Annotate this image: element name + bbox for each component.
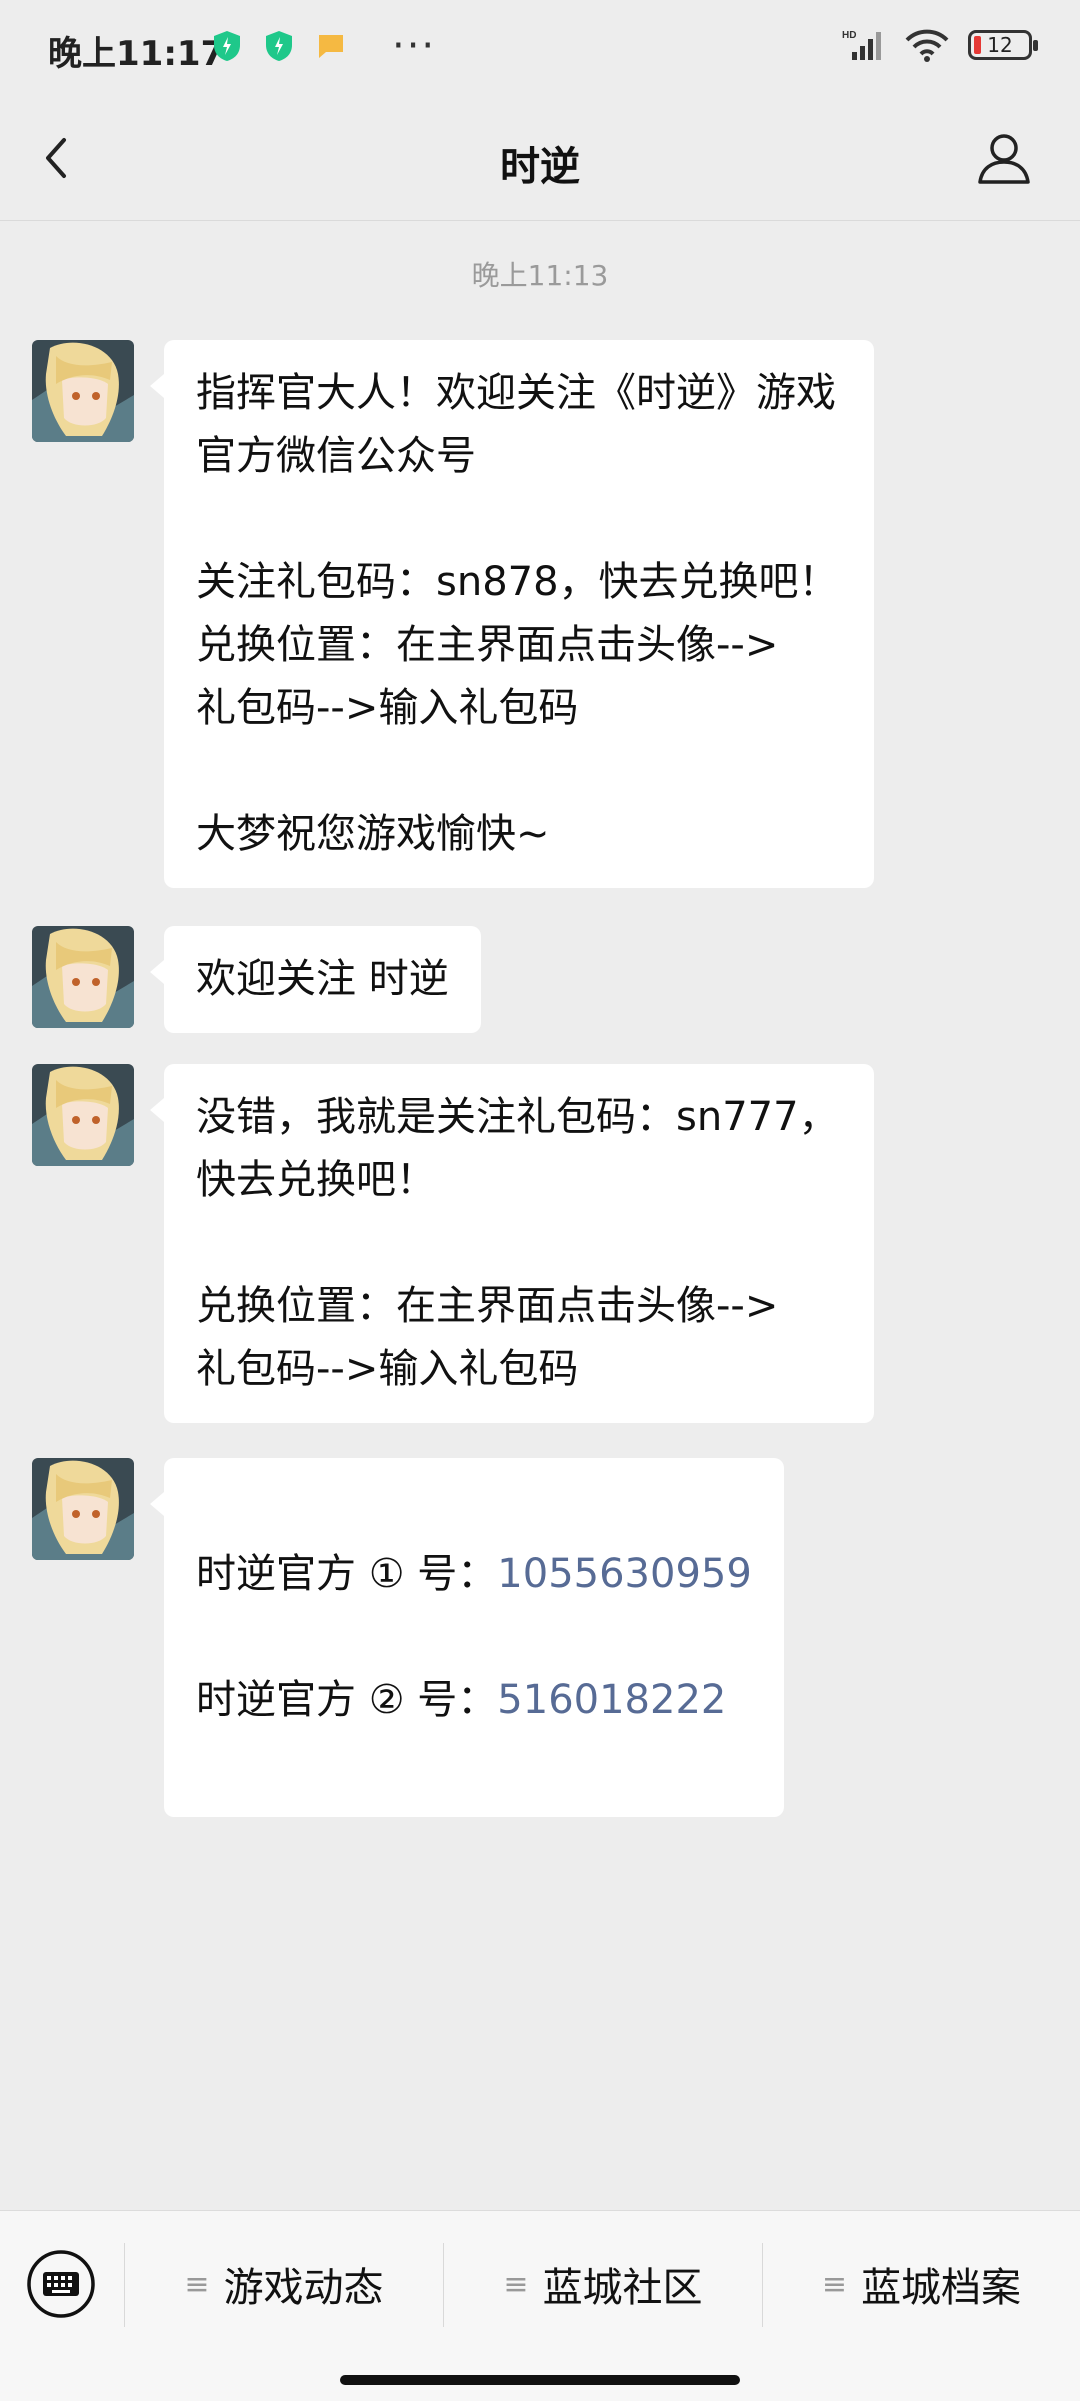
system-icons: HD 12: [842, 28, 1038, 62]
message-row: 指挥官大人！欢迎关注《时逆》游戏 官方微信公众号 关注礼包码：sn878，快去兑…: [32, 340, 874, 888]
menu-list-icon: ≡: [184, 2266, 210, 2302]
menu-archive[interactable]: ≡ 蓝城档案: [763, 2237, 1080, 2331]
home-indicator[interactable]: [340, 2375, 740, 2385]
contact-label: 时逆官方 ① 号：: [196, 1551, 498, 1597]
profile-icon[interactable]: [972, 126, 1036, 190]
menu-community[interactable]: ≡ 蓝城社区: [444, 2237, 762, 2331]
contact-label: 时逆官方 ② 号：: [196, 1677, 498, 1723]
contact-number-link[interactable]: 1055630959: [497, 1551, 752, 1597]
message-bubble: 时逆官方 ① 号：1055630959 时逆官方 ② 号：516018222: [150, 1458, 784, 1817]
message-bubble[interactable]: 没错，我就是关注礼包码：sn777， 快去兑换吧！ 兑换位置：在主界面点击头像-…: [150, 1064, 874, 1423]
menu-list-icon: ≡: [503, 2266, 529, 2302]
avatar[interactable]: [32, 340, 134, 442]
chat-header: 时逆: [0, 96, 1080, 221]
menu-label: 蓝城社区: [542, 2265, 703, 2311]
battery-icon: 12: [968, 30, 1038, 60]
avatar[interactable]: [32, 926, 134, 1028]
message-bubble[interactable]: 指挥官大人！欢迎关注《时逆》游戏 官方微信公众号 关注礼包码：sn878，快去兑…: [150, 340, 874, 888]
battery-level: 12: [987, 33, 1013, 57]
menu-label: 游戏动态: [223, 2265, 384, 2311]
page-title: 时逆: [500, 144, 580, 190]
more-notifications-icon: ···: [392, 23, 437, 69]
notification-icons: ···: [212, 23, 437, 69]
status-time: 晚上11:17: [48, 34, 225, 74]
message-row: 时逆官方 ① 号：1055630959 时逆官方 ② 号：516018222: [32, 1458, 784, 1817]
shield-icon: [214, 31, 240, 61]
signal-hd-label: HD: [842, 30, 856, 41]
menu-list-icon: ≡: [821, 2266, 848, 2302]
status-bar: 晚上11:17 ··· HD 12: [0, 0, 1080, 96]
chat-timestamp: 晚上11:13: [471, 259, 609, 292]
contact-line: 时逆官方 ① 号：1055630959: [196, 1543, 752, 1606]
message-row: 欢迎关注 时逆: [32, 926, 481, 1033]
shield-icon: [266, 31, 292, 61]
contact-number-link[interactable]: 516018222: [497, 1677, 726, 1723]
message-row: 没错，我就是关注礼包码：sn777， 快去兑换吧！ 兑换位置：在主界面点击头像-…: [32, 1064, 874, 1423]
contact-line: 时逆官方 ② 号：516018222: [196, 1669, 752, 1732]
bottom-menu-bar: ≡ 游戏动态 ≡ 蓝城社区 ≡ 蓝城档案: [0, 2210, 1080, 2401]
menu-game-news[interactable]: ≡ 游戏动态: [125, 2237, 443, 2331]
message-icon: [319, 35, 343, 58]
signal-icon: HD: [842, 30, 881, 60]
avatar[interactable]: [32, 1458, 134, 1560]
avatar[interactable]: [32, 1064, 134, 1166]
keyboard-toggle-icon[interactable]: [26, 2249, 96, 2319]
message-bubble[interactable]: 欢迎关注 时逆: [150, 926, 481, 1033]
menu-label: 蓝城档案: [861, 2265, 1022, 2311]
wifi-icon: [905, 29, 949, 62]
